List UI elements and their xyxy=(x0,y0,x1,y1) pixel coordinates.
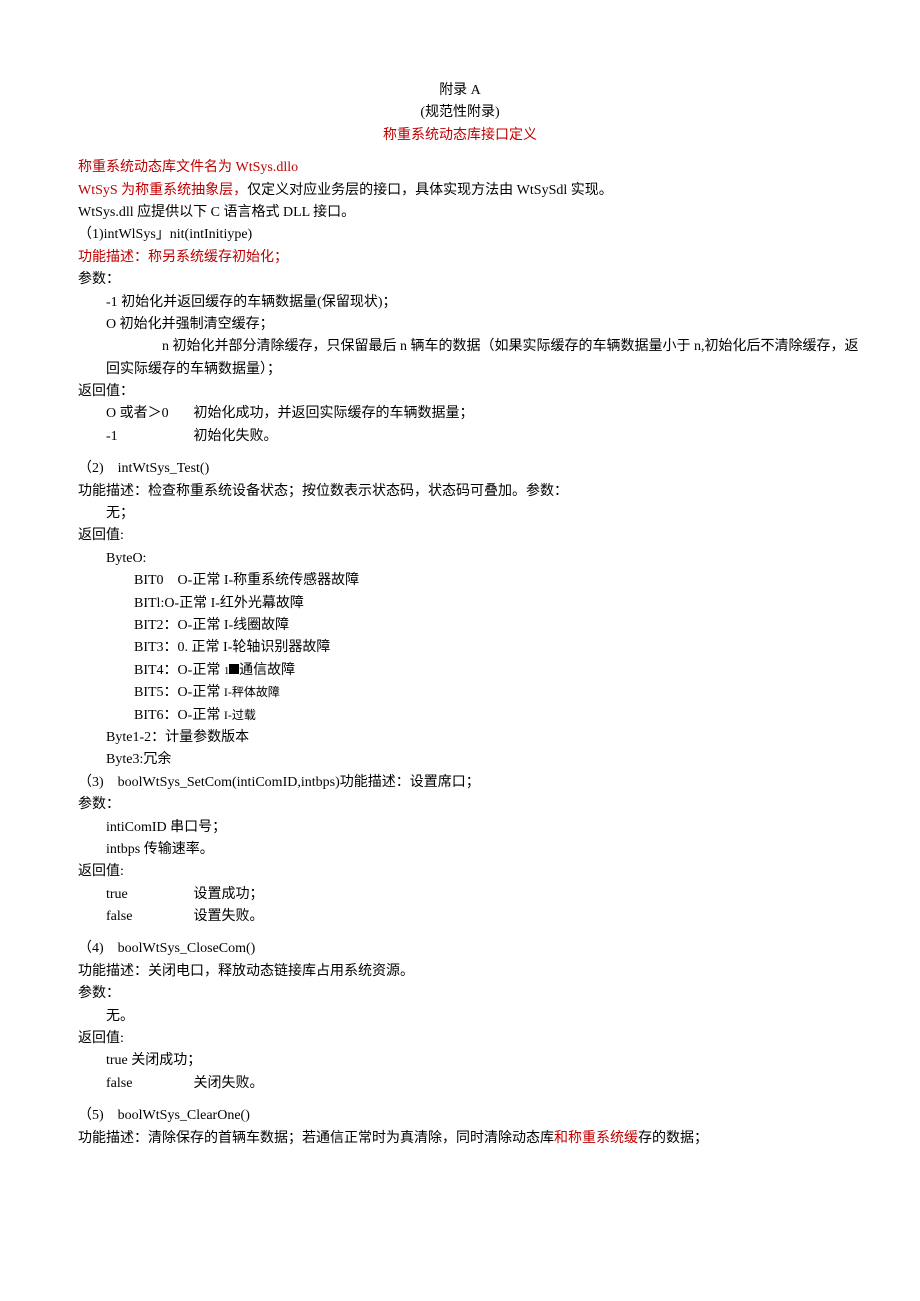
fn3-return-label: 返回值: xyxy=(50,861,870,883)
fn1-return-1: O 或者＞0 初始化成功，并返回实际缓存的车辆数据量； xyxy=(50,403,870,425)
fn1-ret2-code: -1 xyxy=(106,426,190,448)
fn2-byte3: Byte3:冗余 xyxy=(50,749,870,771)
fn5-desc-b: 和称重系统缓 xyxy=(554,1131,638,1146)
fn1-ret1-code: O 或者＞0 xyxy=(106,403,190,425)
fn2-bit2: BIT2：O-正常 I-线圈故障 xyxy=(50,615,870,637)
fn3-ret2-text: 设置失败。 xyxy=(194,909,264,924)
fn3-signature: （3) boolWtSys_SetCom(intiComID,intbps)功能… xyxy=(50,772,870,794)
fn1-param-1: -1 初始化并返回缓存的车辆数据量(保留现状)； xyxy=(50,292,870,314)
intro-line-2b: 仅定义对应业务层的接口，具体实现方法由 WtSySdl 实现。 xyxy=(247,183,613,198)
fn2-bit6b: I-过载 xyxy=(224,708,256,722)
fn2-return-label: 返回值: xyxy=(50,525,870,547)
intro-line-2a: WtSyS 为称重系统抽象层， xyxy=(78,183,247,198)
fn1-ret1-text: 初始化成功，并返回实际缓存的车辆数据量； xyxy=(194,406,474,421)
fn4-signature: （4) boolWtSys_CloseCom() xyxy=(50,938,870,960)
fn1-signature: （1)intWlSys」nit(intInitiype) xyxy=(50,224,870,246)
fn1-param-3-wrap: n 初始化并部分清除缓存，只保留最后 n 辆车的数据（如果实际缓存的车辆数据量小… xyxy=(106,336,870,381)
intro-line-2: WtSyS 为称重系统抽象层，仅定义对应业务层的接口，具体实现方法由 WtSyS… xyxy=(78,180,870,202)
fn4-params-label: 参数： xyxy=(50,983,870,1005)
fn3-return-2: false 设置失败。 xyxy=(50,906,870,928)
fn5-signature: （5) boolWtSys_ClearOne() xyxy=(50,1105,870,1127)
fn4-ret2-code: false xyxy=(106,1073,190,1095)
fn4-param-none: 无。 xyxy=(50,1006,870,1028)
fn2-param-none: 无； xyxy=(50,503,870,525)
fn2-bit6a: BIT6：O-正常 xyxy=(134,708,224,723)
fn2-bit5b: I-秤体故障 xyxy=(224,685,280,699)
intro-line-1: 称重系统动态库文件名为 WtSys.dllo xyxy=(78,157,870,179)
fn2-bit0: BIT0 O-正常 I-称重系统传感器故障 xyxy=(50,570,870,592)
intro-block: 称重系统动态库文件名为 WtSys.dllo WtSyS 为称重系统抽象层，仅定… xyxy=(50,157,870,224)
fn2-byte0: ByteO: xyxy=(50,548,870,570)
fn5-desc-a: 功能描述：清除保存的首辆车数据；若通信正常时为真清除，同时清除动态库 xyxy=(78,1131,554,1146)
intro-line-3: WtSys.dll 应提供以下 C 语言格式 DLL 接口。 xyxy=(78,202,870,224)
fn4-return-2: false 关闭失败。 xyxy=(50,1073,870,1095)
fn1-ret2-text: 初始化失败。 xyxy=(194,429,278,444)
fn3-params-label: 参数： xyxy=(50,794,870,816)
document-body: 附录 A (规范性附录) 称重系统动态库接口定义 称重系统动态库文件名为 WtS… xyxy=(50,80,870,1150)
fn3-return-1: true 设置成功； xyxy=(50,884,870,906)
fn2-bit3: BIT3：0. 正常 I-轮轴识别器故障 xyxy=(50,637,870,659)
appendix-title: 附录 A xyxy=(50,80,870,102)
fn2-bit1: BITl:O-正常 I-红外光幕故障 xyxy=(50,593,870,615)
fn2-bit5a: BIT5：O-正常 xyxy=(134,685,224,700)
fn2-bit4b: 通信故障 xyxy=(239,663,295,678)
fn1-param-3: n 初始化并部分清除缓存，只保留最后 n 辆车的数据（如果实际缓存的车辆数据量小… xyxy=(106,339,859,376)
fn3-ret2-code: false xyxy=(106,906,190,928)
fn2-bit4a: BIT4：O-正常 xyxy=(134,663,224,678)
fn1-desc: 功能描述：称另系统缓存初始化； xyxy=(50,247,870,269)
fn3-ret1-text: 设置成功； xyxy=(194,887,264,902)
fn3-ret1-code: true xyxy=(106,884,190,906)
appendix-heading: 称重系统动态库接口定义 xyxy=(50,125,870,147)
fn4-return-1: true 关闭成功； xyxy=(50,1050,870,1072)
fn2-byte12: Byte1-2：计量参数版本 xyxy=(50,727,870,749)
fn2-bit4: BIT4：O-正常 1通信故障 xyxy=(50,660,870,682)
fn2-bit5: BIT5：O-正常 I-秤体故障 xyxy=(50,682,870,704)
fn3-param-2: intbps 传输速率。 xyxy=(50,839,870,861)
fn2-desc: 功能描述：检查称重系统设备状态；按位数表示状态码，状态码可叠加。参数： xyxy=(50,481,870,503)
appendix-subtitle: (规范性附录) xyxy=(50,102,870,124)
fn1-return-label: 返回值： xyxy=(50,381,870,403)
fn1-params-label: 参数： xyxy=(50,269,870,291)
fn2-bit6: BIT6：O-正常 I-过载 xyxy=(50,705,870,727)
fn5-desc: 功能描述：清除保存的首辆车数据；若通信正常时为真清除，同时清除动态库和称重系统缓… xyxy=(50,1128,870,1150)
fn4-desc: 功能描述：关闭电口，释放动态链接库占用系统资源。 xyxy=(50,961,870,983)
fn4-ret2-text: 关闭失败。 xyxy=(194,1076,264,1091)
fn2-signature: （2) intWtSys_Test() xyxy=(50,458,870,480)
black-square-icon xyxy=(229,664,239,674)
fn5-desc-c: 存的数据； xyxy=(638,1131,708,1146)
fn1-param-2: O 初始化并强制清空缓存； xyxy=(50,314,870,336)
fn3-param-1: intiComID 串口号； xyxy=(50,817,870,839)
fn4-return-label: 返回值: xyxy=(50,1028,870,1050)
fn1-return-2: -1 初始化失败。 xyxy=(50,426,870,448)
